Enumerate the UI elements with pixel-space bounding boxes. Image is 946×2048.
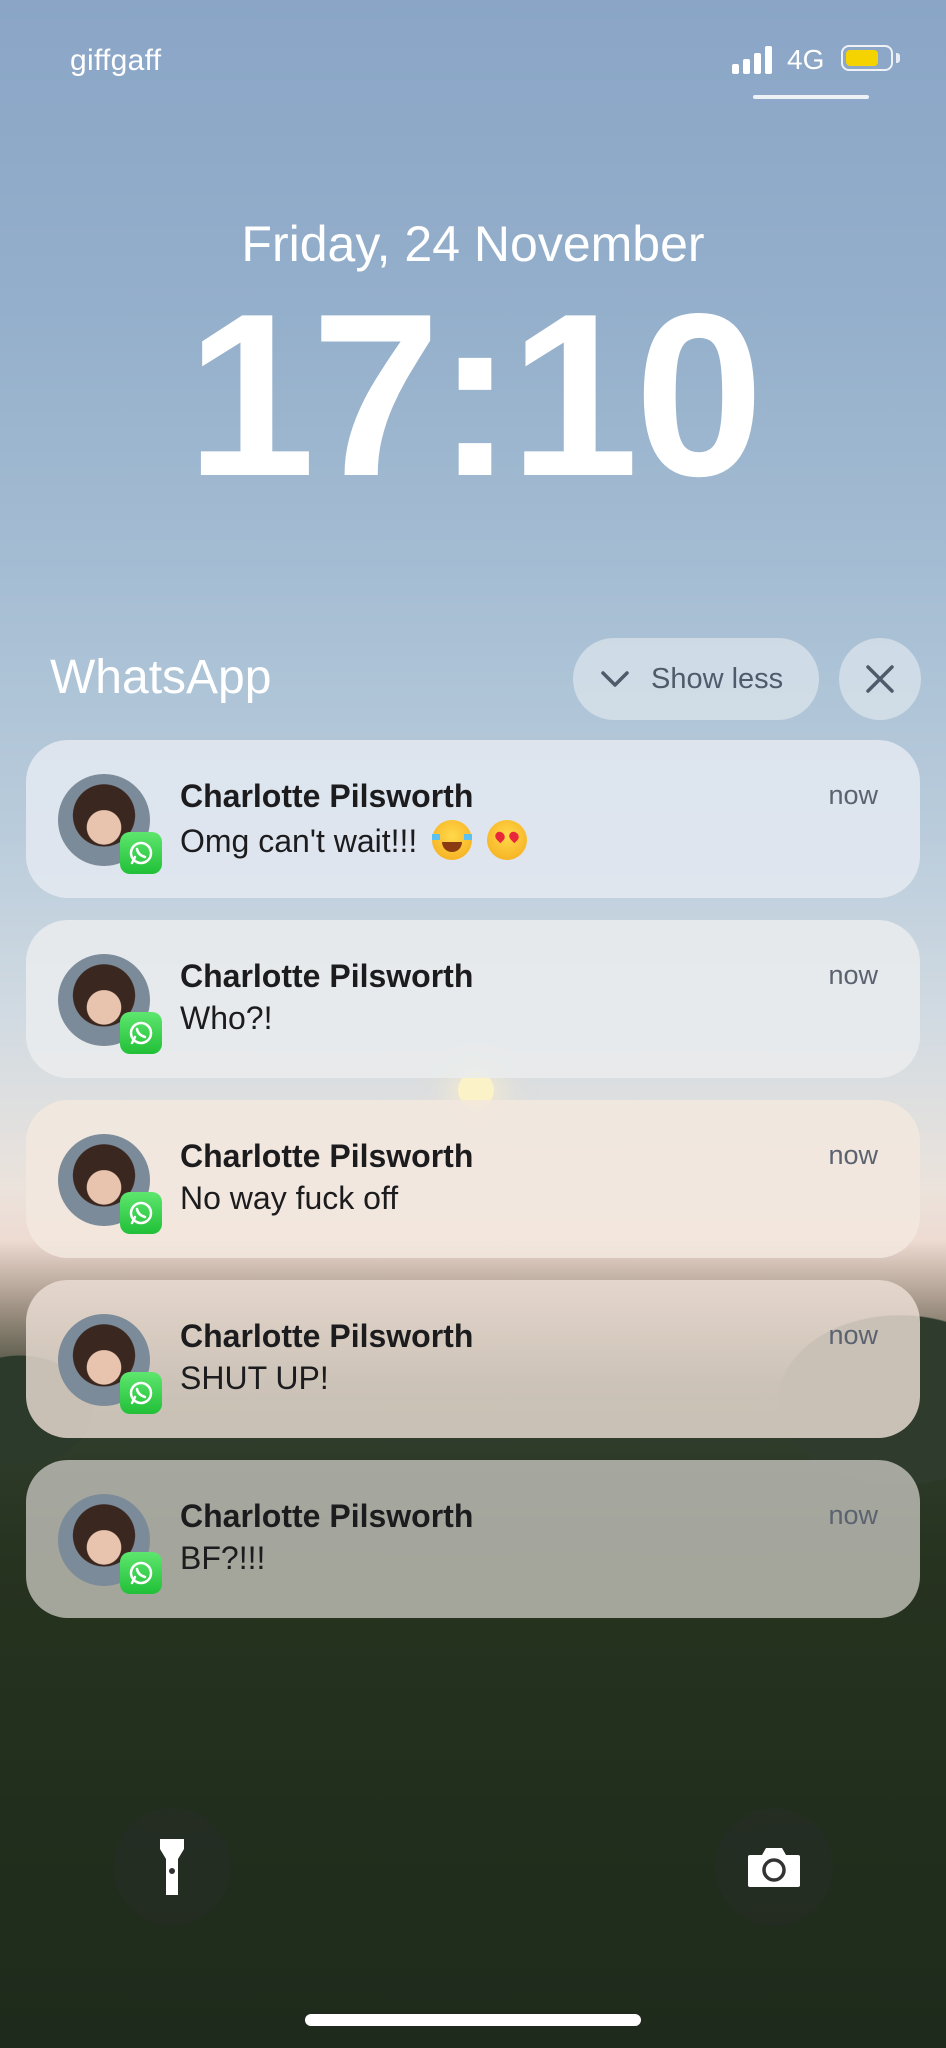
whatsapp-icon <box>120 1372 162 1414</box>
battery-tip <box>896 53 900 63</box>
camera-button[interactable] <box>715 1808 833 1926</box>
whatsapp-icon <box>120 1192 162 1234</box>
notification-message: Who?! <box>180 1000 273 1036</box>
signal-strength-icon <box>732 46 776 74</box>
whatsapp-icon <box>120 1012 162 1054</box>
notification-card[interactable]: Charlotte Pilsworth No way fuck off now <box>26 1100 920 1258</box>
notification-message: Omg can't wait!!! <box>180 823 418 859</box>
face-with-tears-of-joy-icon <box>432 820 473 860</box>
show-less-button[interactable]: Show less <box>573 638 819 720</box>
notification-timestamp: now <box>828 1500 878 1530</box>
network-type: 4G <box>787 44 825 75</box>
close-icon <box>866 665 894 693</box>
notification-sender: Charlotte Pilsworth <box>180 778 474 814</box>
notification-timestamp: now <box>828 780 878 810</box>
notification-message: SHUT UP! <box>180 1360 329 1396</box>
heart-eyes-icon <box>487 820 528 860</box>
status-bar: giffgaff 4G <box>0 0 946 110</box>
notification-card[interactable]: Charlotte Pilsworth SHUT UP! now <box>26 1280 920 1438</box>
notification-group-title: WhatsApp <box>50 651 272 704</box>
notification-message: BF?!!! <box>180 1540 266 1576</box>
home-indicator[interactable] <box>305 2014 641 2026</box>
flashlight-icon <box>160 1839 184 1895</box>
carrier-name: giffgaff <box>70 44 162 77</box>
notification-sender: Charlotte Pilsworth <box>180 1318 474 1354</box>
notification-sender: Charlotte Pilsworth <box>180 1498 474 1534</box>
control-center-indicator[interactable] <box>753 95 869 99</box>
chevron-down-icon <box>601 671 629 687</box>
clear-notifications-button[interactable] <box>839 638 921 720</box>
notification-sender: Charlotte Pilsworth <box>180 1138 474 1174</box>
notification-sender: Charlotte Pilsworth <box>180 958 474 994</box>
notification-card[interactable]: Charlotte Pilsworth BF?!!! now <box>26 1460 920 1618</box>
notification-message: No way fuck off <box>180 1180 399 1216</box>
flashlight-button[interactable] <box>113 1808 231 1926</box>
notification-timestamp: now <box>828 1140 878 1170</box>
notification-timestamp: now <box>828 960 878 990</box>
lock-time: 17:10 <box>186 266 763 525</box>
show-less-label: Show less <box>651 662 784 695</box>
notification-message-row: Omg can't wait!!! <box>180 820 528 860</box>
battery-icon <box>841 45 893 71</box>
whatsapp-icon <box>120 1552 162 1594</box>
whatsapp-icon <box>120 832 162 874</box>
notification-card[interactable]: Charlotte Pilsworth Omg can't wait!!! no… <box>26 740 920 898</box>
notification-card[interactable]: Charlotte Pilsworth Who?! now <box>26 920 920 1078</box>
lock-date: Friday, 24 November <box>241 216 705 272</box>
camera-icon <box>748 1848 800 1887</box>
notification-timestamp: now <box>828 1320 878 1350</box>
battery-level <box>846 50 878 66</box>
